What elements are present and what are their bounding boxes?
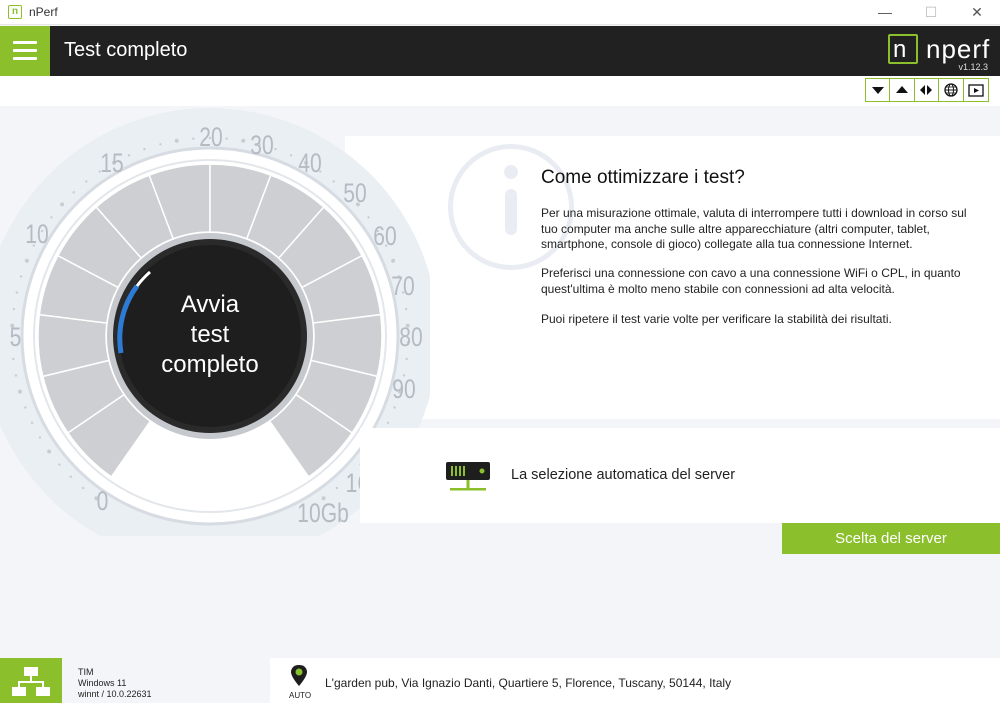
page-title: Test completo xyxy=(64,39,188,61)
gauge-tick xyxy=(174,138,179,143)
server-selection-panel: La selezione automatica del server xyxy=(360,428,1000,523)
gauge-tick xyxy=(50,216,53,219)
toolbar-strip xyxy=(0,76,1000,106)
gauge-label-80: 80 xyxy=(399,322,423,352)
gauge-tick xyxy=(24,258,29,263)
gauge-tick xyxy=(58,463,61,466)
upload-icon[interactable] xyxy=(890,79,915,101)
os-detail-label: winnt / 10.0.22631 xyxy=(78,689,152,699)
gauge-label-50: 50 xyxy=(343,178,367,208)
gauge-label-5: 5 xyxy=(9,322,22,352)
streaming-icon[interactable] xyxy=(964,79,988,101)
location-pin-icon xyxy=(291,665,307,686)
test-type-toolbar xyxy=(865,78,989,102)
server-auto-label: La selezione automatica del server xyxy=(511,467,736,483)
gauge-tick xyxy=(274,147,277,151)
gauge-tick xyxy=(12,357,15,361)
gauge-tick xyxy=(127,154,131,157)
gauge-tick xyxy=(24,406,27,409)
gauge-tick xyxy=(38,436,42,439)
gauge-tick xyxy=(391,258,396,263)
gauge-tick xyxy=(85,180,88,183)
gauge-tick xyxy=(367,216,370,219)
network-icon xyxy=(12,667,50,696)
version-label: v1.12.3 xyxy=(958,62,988,72)
window-title-bar: n nPerf — ☐ ✕ xyxy=(0,0,1000,25)
gauge-tick xyxy=(335,486,339,490)
gauge-label-60: 60 xyxy=(373,221,397,251)
maximize-button[interactable]: ☐ xyxy=(908,0,954,25)
gauge-tick xyxy=(332,180,335,183)
app-header: Test completo n nperf v1.12.3 xyxy=(0,26,1000,76)
download-icon[interactable] xyxy=(866,79,891,101)
gauge-tick xyxy=(17,389,22,394)
gauge-tick xyxy=(241,138,246,143)
gauge-label-70: 70 xyxy=(391,271,415,301)
hamburger-menu-button[interactable] xyxy=(0,26,50,76)
location-text: L'garden pub, Via Ignazio Danti, Quartie… xyxy=(325,676,732,690)
gauge-tick xyxy=(12,307,16,311)
gauge-tick xyxy=(72,191,75,194)
server-icon xyxy=(446,462,490,491)
browsing-icon[interactable] xyxy=(939,79,964,101)
nperf-app-icon: n xyxy=(8,5,22,19)
gauge-tick xyxy=(15,291,19,294)
gauge-tick xyxy=(404,307,408,311)
location-bar[interactable]: AUTO L'garden pub, Via Ignazio Danti, Qu… xyxy=(270,658,1000,703)
gauge-tick xyxy=(19,275,23,278)
gauge-tick xyxy=(393,406,396,409)
gauge-label-15: 15 xyxy=(100,148,124,178)
minimize-button[interactable]: — xyxy=(862,0,908,25)
gauge-tick xyxy=(30,421,34,424)
os-label: Windows 11 xyxy=(78,678,127,688)
tips-paragraph: Per una misurazione ottimale, valuta di … xyxy=(541,206,967,251)
gauge-tick xyxy=(225,137,228,140)
gauge-label-10: 10 xyxy=(25,219,49,249)
isp-label: TIM xyxy=(78,667,94,677)
gauge-tick xyxy=(143,147,146,151)
gauge-tick xyxy=(14,374,18,377)
gauge-tick xyxy=(386,421,390,424)
gauge-tick xyxy=(192,137,195,140)
gauge-tick xyxy=(81,486,85,490)
gauge-tick xyxy=(60,202,65,207)
choose-server-button[interactable]: Scelta del server xyxy=(782,523,1000,554)
close-button[interactable]: ✕ xyxy=(954,0,1000,25)
gauge-tick xyxy=(159,143,162,146)
gauge-label-0: 0 xyxy=(96,486,109,516)
gauge-tick xyxy=(47,449,52,454)
window-title: nPerf xyxy=(29,5,58,19)
nperf-logo: n nperf v1.12.3 xyxy=(886,31,994,72)
gauge-label-10gb: 10Gb xyxy=(297,498,349,528)
gauge-label-20: 20 xyxy=(199,122,223,152)
auto-location-label: AUTO xyxy=(289,691,312,700)
tips-title: Come ottimizzare i test? xyxy=(541,167,745,188)
tips-panel: Come ottimizzare i test? Per una misuraz… xyxy=(345,136,1000,419)
tips-paragraph: Puoi ripetere il test varie volte per ve… xyxy=(541,312,892,326)
gauge-tick xyxy=(405,357,408,361)
latency-icon[interactable] xyxy=(915,79,940,101)
gauge-label-30: 30 xyxy=(250,130,274,160)
start-test-button[interactable]: Avvia test completo xyxy=(120,290,300,380)
gauge-tick xyxy=(69,475,73,479)
network-button[interactable] xyxy=(0,658,62,703)
tips-paragraph: Preferisci una connessione con cavo a un… xyxy=(541,266,961,296)
gauge-label-90: 90 xyxy=(392,374,416,404)
gauge-label-40: 40 xyxy=(298,148,322,178)
connection-info: TIM Windows 11 winnt / 10.0.22631 xyxy=(62,658,270,703)
gauge-tick xyxy=(289,154,293,157)
